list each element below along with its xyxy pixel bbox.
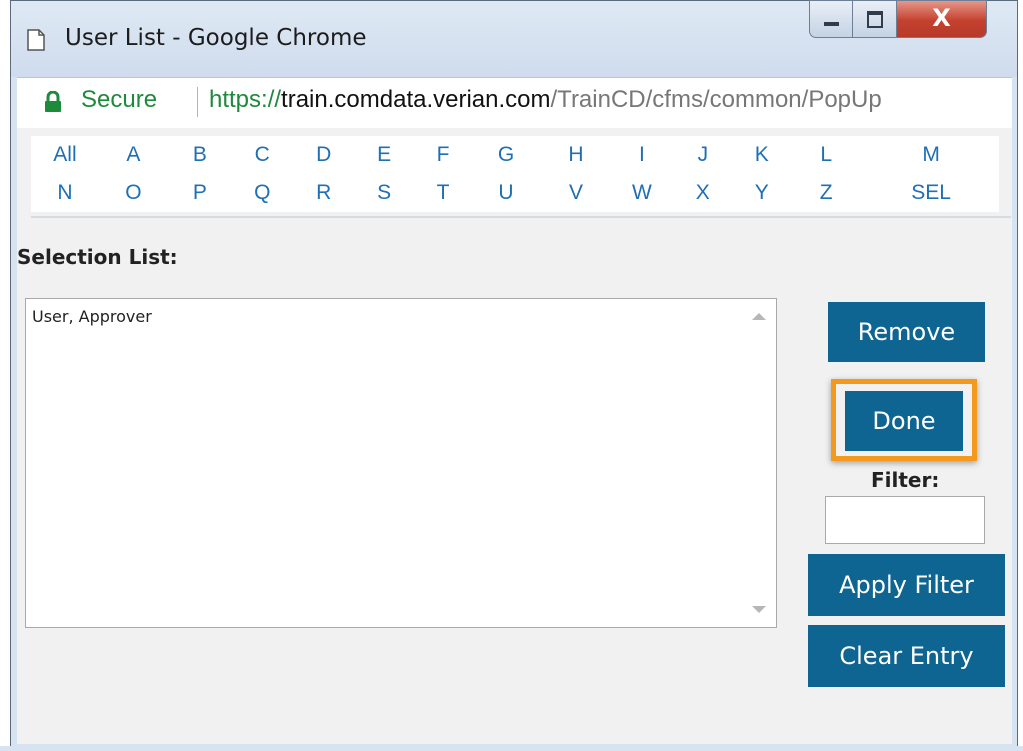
done-button[interactable]: Done: [845, 391, 963, 451]
scroll-down-arrow-icon[interactable]: [752, 606, 766, 613]
alphabet-link-w[interactable]: W: [612, 181, 671, 205]
minimize-button[interactable]: [809, 0, 853, 38]
apply-filter-button[interactable]: Apply Filter: [808, 554, 1005, 616]
alphabet-link-d[interactable]: D: [293, 143, 355, 167]
popup-window: User List - Google Chrome X Secure https…: [10, 0, 1018, 747]
alphabet-link-h[interactable]: H: [539, 143, 612, 167]
alphabet-link-z[interactable]: Z: [789, 181, 863, 205]
url-path: /TrainCD/cfms/common/PopUp: [550, 86, 882, 113]
maximize-button[interactable]: [853, 0, 897, 38]
alphabet-link-c[interactable]: C: [232, 143, 293, 167]
alphabet-link-sel[interactable]: SEL: [863, 181, 999, 205]
list-item[interactable]: User, Approver: [32, 307, 152, 326]
secure-label: Secure: [81, 86, 158, 113]
scrollbar[interactable]: [742, 299, 776, 627]
alphabet-link-s[interactable]: S: [355, 181, 414, 205]
alphabet-row-2: N O P Q R S T U V W X Y Z SEL: [31, 174, 999, 212]
alphabet-link-m[interactable]: M: [863, 143, 999, 167]
alphabet-link-l[interactable]: L: [789, 143, 863, 167]
alphabet-link-x[interactable]: X: [671, 181, 734, 205]
filter-input[interactable]: [825, 496, 985, 544]
lock-icon: [45, 91, 61, 112]
alphabet-link-p[interactable]: P: [168, 181, 232, 205]
alphabet-link-q[interactable]: Q: [232, 181, 293, 205]
selection-list-label: Selection List:: [17, 245, 178, 269]
alphabet-link-v[interactable]: V: [539, 181, 612, 205]
selection-listbox[interactable]: User, Approver: [25, 298, 777, 628]
alphabet-link-r[interactable]: R: [293, 181, 355, 205]
alphabet-link-all[interactable]: All: [31, 143, 99, 167]
alphabet-link-k[interactable]: K: [734, 143, 789, 167]
clear-entry-button[interactable]: Clear Entry: [808, 625, 1005, 687]
remove-button[interactable]: Remove: [828, 302, 985, 362]
page-content: All A B C D E F G H I J K L M N O P Q R S T U V W X Y Z SEL Select…: [17, 128, 1012, 744]
alphabet-link-o[interactable]: O: [99, 181, 168, 205]
url-text[interactable]: https://train.comdata.verian.com/TrainCD…: [209, 86, 882, 114]
title-bar[interactable]: User List - Google Chrome X: [11, 0, 1017, 77]
alphabet-link-e[interactable]: E: [355, 143, 414, 167]
address-bar[interactable]: Secure https://train.comdata.verian.com/…: [17, 77, 1012, 129]
scroll-up-arrow-icon[interactable]: [752, 313, 766, 320]
alphabet-row-1: All A B C D E F G H I J K L M: [31, 136, 999, 174]
divider: [31, 216, 1011, 218]
alphabet-link-u[interactable]: U: [473, 181, 540, 205]
alphabet-link-f[interactable]: F: [414, 143, 473, 167]
alphabet-link-i[interactable]: I: [612, 143, 671, 167]
close-icon: X: [932, 4, 951, 32]
page-icon: [27, 29, 45, 51]
window-bottom-edge: [0, 746, 1023, 751]
alphabet-link-g[interactable]: G: [473, 143, 540, 167]
address-separator: [197, 87, 198, 117]
filter-label: Filter:: [871, 468, 940, 492]
alphabet-link-a[interactable]: A: [99, 143, 168, 167]
alphabet-link-y[interactable]: Y: [734, 181, 789, 205]
alphabet-link-j[interactable]: J: [671, 143, 734, 167]
url-scheme: https://: [209, 86, 282, 113]
alphabet-link-t[interactable]: T: [414, 181, 473, 205]
alphabet-index: All A B C D E F G H I J K L M N O P Q R S T U V W X Y Z SEL: [31, 136, 999, 212]
close-button[interactable]: X: [897, 0, 987, 38]
url-host: train.comdata.verian.com: [281, 86, 551, 113]
alphabet-link-b[interactable]: B: [168, 143, 232, 167]
alphabet-link-n[interactable]: N: [31, 181, 99, 205]
window-title: User List - Google Chrome: [65, 25, 367, 51]
